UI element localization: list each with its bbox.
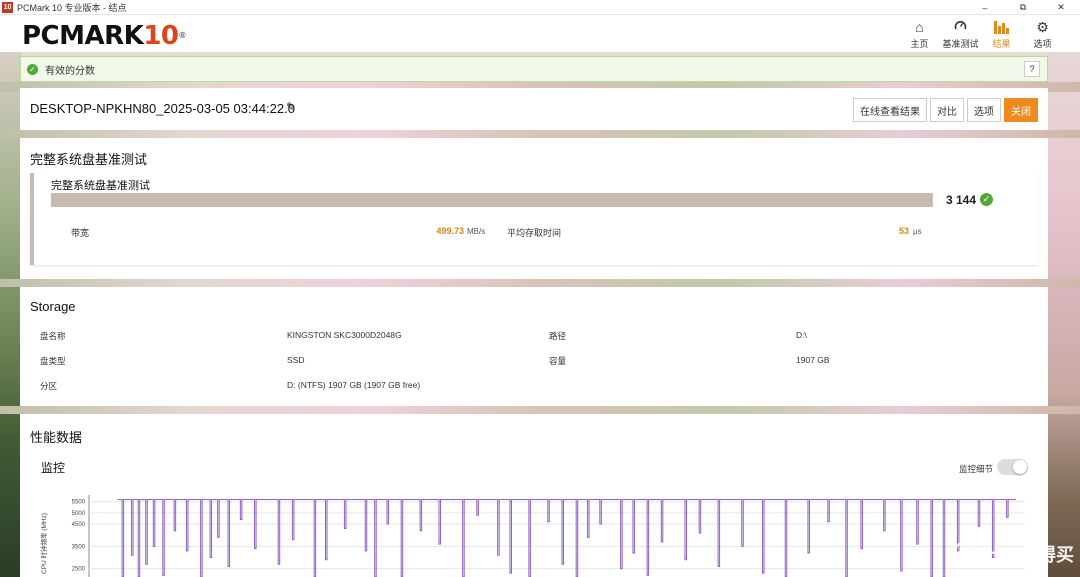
close-window-button[interactable]: ✕ bbox=[1042, 0, 1080, 15]
view-online-button[interactable]: 在线查看结果 bbox=[853, 98, 927, 122]
pcmark-logo: PCMARK10® bbox=[22, 21, 186, 51]
partition-label: 分区 bbox=[40, 381, 58, 391]
monitoring-details-label: 监控细节 bbox=[958, 464, 993, 474]
monitoring-details-toggle[interactable] bbox=[997, 459, 1028, 475]
performance-title: 性能数据 bbox=[30, 430, 83, 445]
benchmark-section-title: 完整系统盘基准测试 bbox=[30, 152, 148, 167]
latency-value: 53 bbox=[898, 226, 909, 236]
y-tick-label: 3500 bbox=[72, 544, 86, 550]
close-result-button[interactable]: 关闭 bbox=[1004, 98, 1038, 122]
watermark-icon: 值 bbox=[953, 541, 979, 567]
latency-unit: μs bbox=[913, 227, 922, 236]
nav-options[interactable]: ⚙ 选项 bbox=[1023, 18, 1062, 50]
window-titlebar: 10 PCMark 10 专业版本 - 结点 – ⧉ ✕ bbox=[0, 0, 1080, 15]
cpu-clock-series-line bbox=[117, 498, 1017, 577]
drive-name-label: 盘名称 bbox=[40, 331, 66, 341]
cpu-clock-chart: 5500 5000 4500 3500 2500 bbox=[72, 495, 1025, 577]
nav-label: 主页 bbox=[910, 39, 929, 49]
monitoring-title: 监控 bbox=[41, 461, 66, 475]
app-header: PCMARK10® ⌂ 主页 基准测试 结果 ⚙ 选项 bbox=[0, 15, 1080, 52]
storage-section: Storage 盘名称 KINGSTON SKC3000D2048G 路径 D:… bbox=[20, 287, 1048, 406]
score-bar bbox=[51, 193, 933, 207]
nav-results[interactable]: 结果 bbox=[982, 18, 1021, 50]
bandwidth-unit: MB/s bbox=[467, 227, 486, 236]
capacity-value: 1907 GB bbox=[796, 355, 830, 365]
gauge-icon bbox=[954, 18, 967, 36]
path-value: D:\ bbox=[796, 330, 807, 340]
app-icon: 10 bbox=[2, 1, 13, 13]
partition-value: D: (NTFS) 1907 GB (1907 GB free) bbox=[287, 380, 421, 390]
options-button[interactable]: 选项 bbox=[967, 98, 1001, 122]
edit-pencil-icon[interactable]: ✎ bbox=[286, 100, 296, 114]
window-title: PCMark 10 专业版本 - 结点 bbox=[17, 2, 127, 13]
y-tick-label: 5000 bbox=[72, 511, 86, 517]
benchmark-section: 完整系统盘基准测试 完整系统盘基准测试 3 144 ✓ 带宽 499.73 MB… bbox=[20, 138, 1048, 279]
nav-label: 选项 bbox=[1033, 39, 1052, 49]
path-label: 路径 bbox=[549, 331, 567, 341]
background-strip bbox=[0, 406, 1080, 414]
y-tick-label: 5500 bbox=[72, 500, 86, 506]
check-icon: ✓ bbox=[27, 63, 38, 75]
watermark-text: 什么值得买 bbox=[984, 545, 1074, 565]
maximize-button[interactable]: ⧉ bbox=[1004, 0, 1042, 15]
result-header: DESKTOP-NPKHN80_2025-03-05 03:44:22.0 ✎ … bbox=[20, 88, 1048, 130]
nav-benchmarks[interactable]: 基准测试 bbox=[941, 18, 980, 50]
score-value: 3 144 bbox=[946, 193, 977, 207]
toggle-knob bbox=[1013, 460, 1027, 474]
score-check-icon: ✓ bbox=[980, 193, 993, 206]
minimize-button[interactable]: – bbox=[966, 0, 1004, 15]
storage-title: Storage bbox=[30, 299, 76, 314]
y-tick-label: 4500 bbox=[72, 522, 86, 528]
compare-button[interactable]: 对比 bbox=[930, 98, 964, 122]
valid-score-text: 有效的分数 bbox=[45, 65, 95, 77]
drive-name-value: KINGSTON SKC3000D2048G bbox=[287, 330, 402, 340]
capacity-label: 容量 bbox=[549, 356, 567, 366]
latency-label: 平均存取时间 bbox=[507, 228, 562, 238]
window-controls: – ⧉ ✕ bbox=[966, 0, 1080, 15]
help-button[interactable]: ? bbox=[1024, 61, 1040, 77]
background-strip bbox=[0, 279, 1080, 287]
benchmark-card: 完整系统盘基准测试 3 144 ✓ 带宽 499.73 MB/s 平均存取时间 … bbox=[30, 173, 1038, 265]
watermark-logo: 值 什么值得买 bbox=[953, 541, 1074, 567]
drive-type-value: SSD bbox=[287, 355, 305, 365]
bar-chart-icon bbox=[994, 18, 1009, 36]
drive-type-label: 盘类型 bbox=[40, 356, 66, 366]
result-name: DESKTOP-NPKHN80_2025-03-05 03:44:22.0 bbox=[30, 101, 295, 116]
performance-section: 性能数据 监控 监控细节 CPU 时钟频率 (MHz) 5500 5000 4500… bbox=[20, 414, 1048, 577]
bandwidth-label: 带宽 bbox=[71, 228, 90, 238]
y-tick-label: 2500 bbox=[72, 567, 86, 573]
gear-icon: ⚙ bbox=[1036, 19, 1049, 35]
background-strip bbox=[0, 130, 1080, 138]
benchmark-card-title: 完整系统盘基准测试 bbox=[51, 180, 150, 192]
nav-label: 结果 bbox=[992, 39, 1011, 49]
valid-score-banner: ✓ 有效的分数 ? bbox=[20, 56, 1048, 82]
nav-label: 基准测试 bbox=[942, 39, 979, 49]
result-actions: 在线查看结果 对比 选项 关闭 bbox=[850, 98, 1038, 122]
nav-home[interactable]: ⌂ 主页 bbox=[900, 18, 939, 50]
home-icon: ⌂ bbox=[915, 19, 924, 35]
main-nav: ⌂ 主页 基准测试 结果 ⚙ 选项 bbox=[898, 18, 1062, 50]
bandwidth-value: 499.73 bbox=[436, 226, 464, 236]
